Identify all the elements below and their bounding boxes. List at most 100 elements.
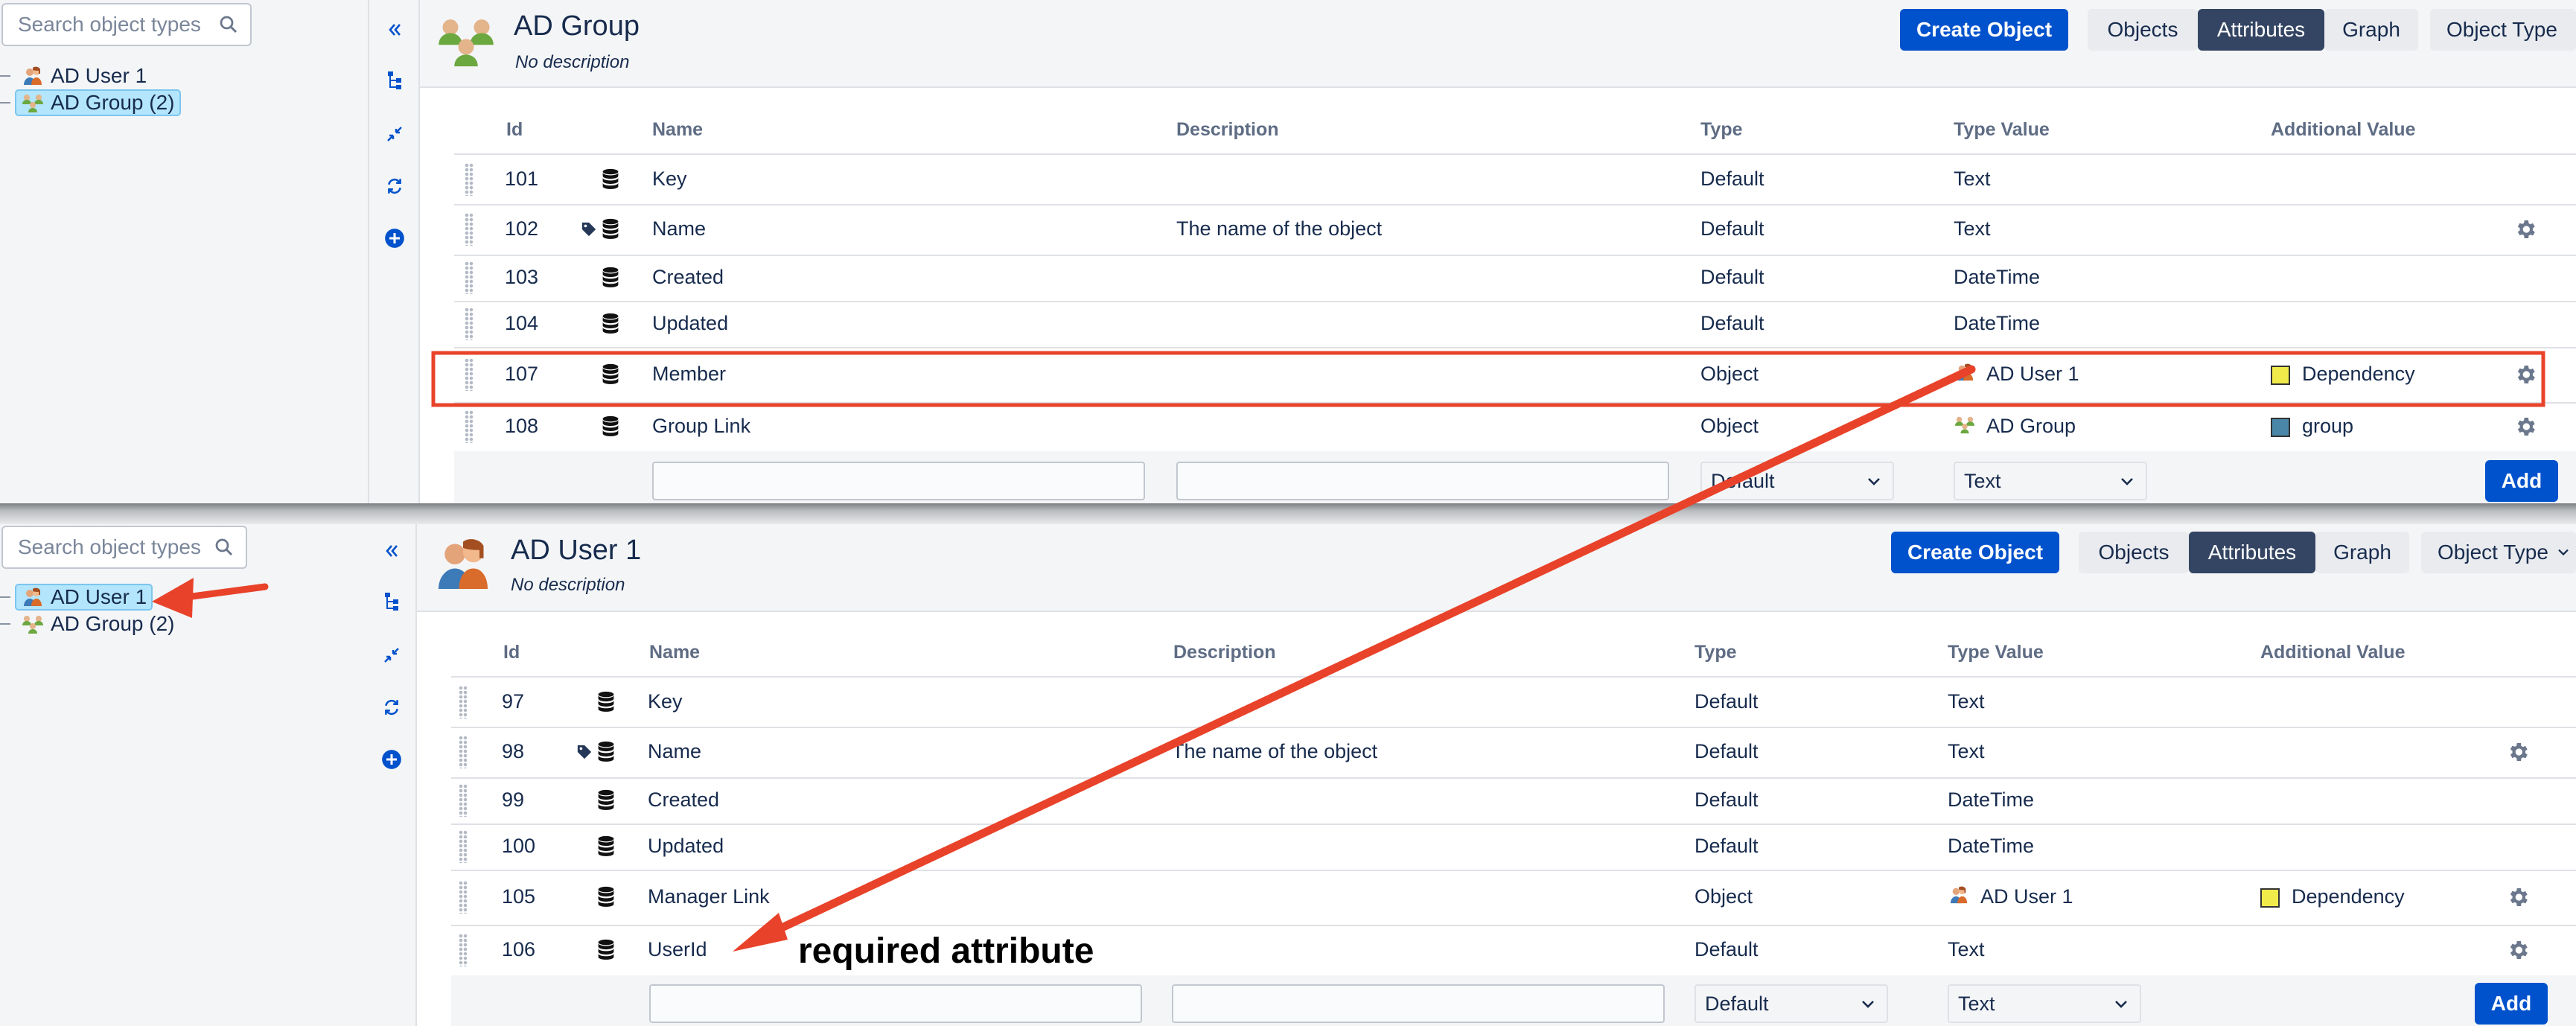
row-type: Default [1700, 312, 1764, 334]
row-type-value: DateTime [1948, 788, 2034, 812]
drag-handle-icon[interactable] [465, 358, 474, 391]
col-name: Name [652, 119, 704, 140]
tab-graph[interactable]: Graph [2315, 532, 2409, 573]
gear-icon[interactable] [2506, 938, 2530, 966]
search-object-types[interactable] [1, 3, 252, 46]
drag-handle-icon[interactable] [465, 261, 474, 294]
gear-icon[interactable] [2513, 363, 2537, 390]
tab-objects[interactable]: Objects [2088, 9, 2198, 51]
database-icon [596, 789, 616, 815]
row-name[interactable]: Key [652, 168, 687, 191]
search-icon [220, 16, 237, 34]
search-object-types[interactable] [1, 526, 247, 569]
tree-item-ad-user-1[interactable]: AD User 1 [0, 63, 153, 89]
row-id: 97 [502, 690, 525, 713]
select-value: Text [1964, 469, 2001, 492]
collapse-sidebar-icon[interactable] [380, 539, 404, 563]
drag-handle-icon[interactable] [465, 308, 474, 340]
new-attribute-description-input[interactable] [1172, 984, 1665, 1023]
group-icon [22, 95, 43, 112]
col-type: Type [1700, 119, 1743, 140]
gear-icon[interactable] [2513, 415, 2537, 442]
table-row[interactable] [454, 347, 2576, 402]
search-input[interactable] [3, 4, 219, 45]
hierarchy-icon[interactable] [380, 590, 404, 614]
page-title: AD Group [514, 10, 640, 42]
new-attribute-type-select[interactable]: Default [1695, 984, 1888, 1023]
table-row[interactable] [454, 155, 2576, 204]
drag-handle-icon[interactable] [465, 163, 474, 196]
table-row[interactable] [454, 402, 2576, 451]
table-row[interactable] [454, 204, 2576, 255]
row-name[interactable]: Manager Link [648, 885, 770, 908]
users-icon [24, 587, 42, 606]
row-name[interactable]: Group Link [652, 415, 750, 438]
add-object-type-icon[interactable] [380, 748, 404, 771]
row-name[interactable]: Created [652, 266, 724, 289]
add-object-type-icon[interactable] [383, 226, 407, 250]
collapse-sidebar-icon[interactable] [383, 18, 407, 42]
tab-attributes[interactable]: Attributes [2198, 9, 2324, 51]
row-name[interactable]: Member [652, 363, 726, 386]
gear-icon[interactable] [2506, 740, 2530, 768]
row-name[interactable]: UserId [648, 938, 707, 961]
database-icon [596, 835, 616, 861]
drag-handle-icon[interactable] [465, 213, 474, 246]
object-type-header: AD Group No description Create Object Ob… [420, 0, 2576, 88]
table-row[interactable] [454, 301, 2576, 347]
search-input[interactable] [3, 527, 219, 567]
users-icon [24, 66, 42, 85]
row-name[interactable]: Name [648, 740, 701, 763]
create-object-button[interactable]: Create Object [1891, 532, 2059, 573]
drag-handle-icon[interactable] [459, 830, 468, 863]
table-row[interactable] [451, 870, 2576, 925]
new-attribute-name-input[interactable] [649, 984, 1142, 1023]
drag-handle-icon[interactable] [459, 784, 468, 817]
table-row[interactable] [451, 823, 2576, 870]
drag-handle-icon[interactable] [465, 410, 474, 443]
tree-item-ad-group[interactable]: AD Group (2) [0, 89, 181, 116]
collapse-all-icon[interactable] [380, 643, 404, 667]
tab-attributes[interactable]: Attributes [2189, 532, 2315, 573]
tab-graph[interactable]: Graph [2324, 9, 2418, 51]
row-id: 105 [502, 885, 536, 908]
new-attribute-name-input[interactable] [652, 462, 1145, 500]
new-attribute-type-value-select[interactable]: Text [1954, 462, 2147, 500]
drag-handle-icon[interactable] [459, 736, 468, 768]
row-name[interactable]: Created [648, 788, 719, 812]
type-value-label: AD User 1 [1986, 363, 2079, 385]
gear-icon[interactable] [2513, 217, 2537, 245]
new-attribute-type-value-select[interactable]: Text [1948, 984, 2141, 1023]
table-row[interactable] [451, 777, 2576, 823]
table-row[interactable] [451, 678, 2576, 727]
refresh-icon[interactable] [383, 174, 407, 198]
new-attribute-type-select[interactable]: Default [1700, 462, 1894, 500]
tree-item-ad-group[interactable]: AD Group (2) [0, 611, 181, 637]
row-type-value: Text [1954, 168, 1991, 191]
row-name[interactable]: Updated [652, 312, 728, 335]
drag-handle-icon[interactable] [459, 934, 468, 966]
row-name[interactable]: Key [648, 690, 683, 713]
collapse-all-icon[interactable] [383, 122, 407, 146]
gear-icon[interactable] [2506, 885, 2530, 913]
row-type-value: AD User 1 [1954, 363, 2079, 387]
drag-handle-icon[interactable] [459, 881, 468, 914]
object-type-menu[interactable]: Object Type [2430, 9, 2576, 51]
label-tag-icon [576, 744, 593, 764]
add-attribute-button[interactable]: Add [2485, 460, 2558, 502]
table-row[interactable] [451, 925, 2576, 975]
tree-item-ad-user-1[interactable]: AD User 1 [0, 584, 153, 611]
table-row[interactable] [451, 727, 2576, 777]
database-icon [596, 691, 616, 717]
tab-objects[interactable]: Objects [2079, 532, 2189, 573]
create-object-button[interactable]: Create Object [1900, 9, 2068, 51]
add-attribute-button[interactable]: Add [2475, 983, 2548, 1025]
hierarchy-icon[interactable] [383, 68, 407, 92]
new-attribute-description-input[interactable] [1176, 462, 1669, 500]
refresh-icon[interactable] [380, 695, 404, 719]
object-type-menu[interactable]: Object Type [2421, 532, 2576, 573]
table-row[interactable] [454, 255, 2576, 301]
drag-handle-icon[interactable] [459, 686, 468, 718]
row-name[interactable]: Name [652, 217, 706, 240]
row-name[interactable]: Updated [648, 835, 724, 858]
